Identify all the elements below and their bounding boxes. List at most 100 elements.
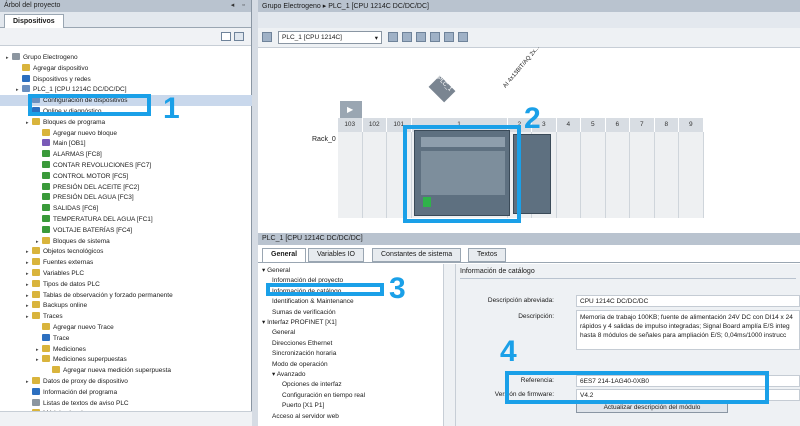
tab-general[interactable]: General [262,248,307,262]
tree-item[interactable]: Listas de textos de aviso PLC [0,398,252,409]
list-view-icon[interactable] [234,32,244,41]
tree-item-label: Tipos de datos PLC [43,280,100,288]
tree-item-label: Traces [43,313,63,321]
trace-icon [42,333,50,341]
nav-item[interactable]: ▾ Avanzado [272,370,306,380]
tree-item-label: Fuentes externas [43,259,94,267]
grid-view-icon[interactable] [221,32,231,41]
tree-item[interactable]: ▸ Backups online [0,300,252,311]
collapse-icon[interactable]: ◂ [228,1,237,10]
rack-slot[interactable] [581,132,606,218]
nav-item[interactable]: Sincronización horaria [272,349,336,359]
nav-item[interactable]: ▾ Interfaz PROFINET [X1] [262,318,337,328]
tree-item[interactable]: ALARMAS [FC8] [0,149,252,160]
nav-item[interactable]: Opciones de interfaz [282,380,342,390]
nav-item[interactable]: Sumas de verificación [272,308,336,318]
nav-item[interactable]: Configuración en tiempo real [282,391,365,401]
nav-item[interactable]: ▾ General [262,266,290,276]
tree-item-label: Grupo Electrogeno [23,54,78,61]
tree-item[interactable]: ▸ Grupo Electrogeno [0,52,252,63]
tab-variables-io[interactable]: Variables IO [308,248,364,262]
slot-header: 6 [605,118,630,132]
properties-nav-scrollbar[interactable] [444,264,456,426]
tree-item[interactable]: CONTAR REVOLUCIONES [FC7] [0,160,252,171]
rack-slot[interactable] [630,132,655,218]
tree-item-label: Tablas de observación y forzado permanen… [43,291,173,299]
tree-item[interactable]: ▸ Mediciones [0,344,252,355]
nav-item-label: General [267,267,291,274]
tab-textos[interactable]: Textos [468,248,507,262]
ob-block-icon [42,139,50,147]
tree-item[interactable]: Agregar nuevo Trace [0,322,252,333]
zoom-in-icon[interactable] [430,32,440,42]
fc-block-icon [42,171,50,179]
rack-slot[interactable] [654,132,679,218]
tree-item[interactable]: PRESIÓN DEL AGUA [FC3] [0,192,252,203]
nav-item[interactable]: Puerto [X1 P1] [282,401,324,411]
device-overview-icon[interactable] [262,32,272,42]
zoom-out-icon[interactable] [444,32,454,42]
tree-item-label: PLC_1 [CPU 1214C DC/DC/DC] [33,86,127,94]
rack-slot[interactable] [362,132,387,218]
nav-item[interactable]: Acceso al servidor web [272,412,339,422]
tree-item[interactable]: VOLTAJE BATERÍAS [FC4] [0,225,252,236]
list-icon[interactable] [402,32,412,42]
tab-dispositivos[interactable]: Dispositivos [4,14,64,28]
tree-item[interactable]: ▸ Bloques de sistema [0,236,252,247]
annotation-box-1 [28,94,151,116]
rack-slot[interactable] [556,132,581,218]
tree-item[interactable]: PRESIÓN DEL ACEITE [FC2] [0,182,252,193]
fc-block-icon [42,193,50,201]
breadcrumb-device[interactable]: PLC_1 [CPU 1214C DC/DC/DC] [328,3,429,10]
nav-item[interactable]: General [272,328,295,338]
tree-item[interactable]: CONTROL MOTOR [FC5] [0,171,252,182]
tree-item[interactable]: Agregar nuevo bloque [0,128,252,139]
breadcrumb-project[interactable]: Grupo Electrogeno [262,3,321,10]
nav-item[interactable]: Identification & Maintenance [272,297,354,307]
nav-item-label: Sumas de verificación [272,308,336,316]
rack-slot[interactable] [679,132,704,218]
tree-item[interactable]: TEMPERATURA DEL AGUA [FC1] [0,214,252,225]
rack-slot[interactable] [605,132,630,218]
zoom-fit-icon[interactable] [458,32,468,42]
nav-item[interactable]: Direcciones Ethernet [272,339,332,349]
rack-arrow-button[interactable]: ▶ [340,101,362,118]
tree-item[interactable]: Agregar dispositivo [0,63,252,74]
slot-header: 8 [654,118,679,132]
device-select[interactable]: PLC_1 [CPU 1214C] ▾ [278,31,382,44]
tree-item[interactable]: ▸ Objetos tecnológicos [0,246,252,257]
tree-item-label: Objetos tecnológicos [43,248,104,256]
play-icon: ▶ [347,105,354,114]
tree-item[interactable]: Información del programa [0,387,252,398]
tree-item[interactable]: Agregar nueva medición superpuesta [0,365,252,376]
grid-icon[interactable] [416,32,426,42]
folder-icon [32,117,40,125]
plc-icon [22,85,30,93]
tree-item[interactable]: ▸ Datos de proxy de dispositivo [0,376,252,387]
nav-item-label: Avanzado [276,371,306,378]
nav-item[interactable]: Modo de operación [272,360,328,370]
tree-item[interactable]: ▸ Variables PLC [0,268,252,279]
tree-item[interactable]: ▸ Tipos de datos PLC [0,279,252,290]
tree-item-label: Variables PLC [43,270,85,277]
fc-block-icon [42,215,50,222]
rack-slot[interactable] [338,132,363,218]
tab-constantes-de-sistema[interactable]: Constantes de sistema [372,248,462,262]
properties-icon[interactable] [388,32,398,42]
fc-block-icon [42,225,50,233]
tree-item[interactable]: ▸ Tablas de observación y forzado permane… [0,290,252,301]
tree-item[interactable]: Dispositivos y redes [0,74,252,85]
minimize-icon[interactable]: ▫ [239,1,248,10]
tree-item[interactable]: SALIDAS [FC6] [0,203,252,214]
tree-item[interactable]: Trace [0,333,252,344]
tree-item-label: Bloques de programa [43,118,106,126]
add-trace-icon [52,366,60,374]
tree-item[interactable]: ▸ Traces [0,311,252,322]
tree-item[interactable]: Main [OB1] [0,138,252,149]
tree-item[interactable]: ▸ Mediciones superpuestas [0,354,252,365]
tree-item[interactable]: ▸ Bloques de programa [0,117,252,128]
tree-item-label: Mediciones superpuestas [53,356,127,364]
tree-item[interactable]: ▸ Fuentes externas [0,257,252,268]
folder-icon [32,377,40,384]
folder-icon [42,344,50,352]
